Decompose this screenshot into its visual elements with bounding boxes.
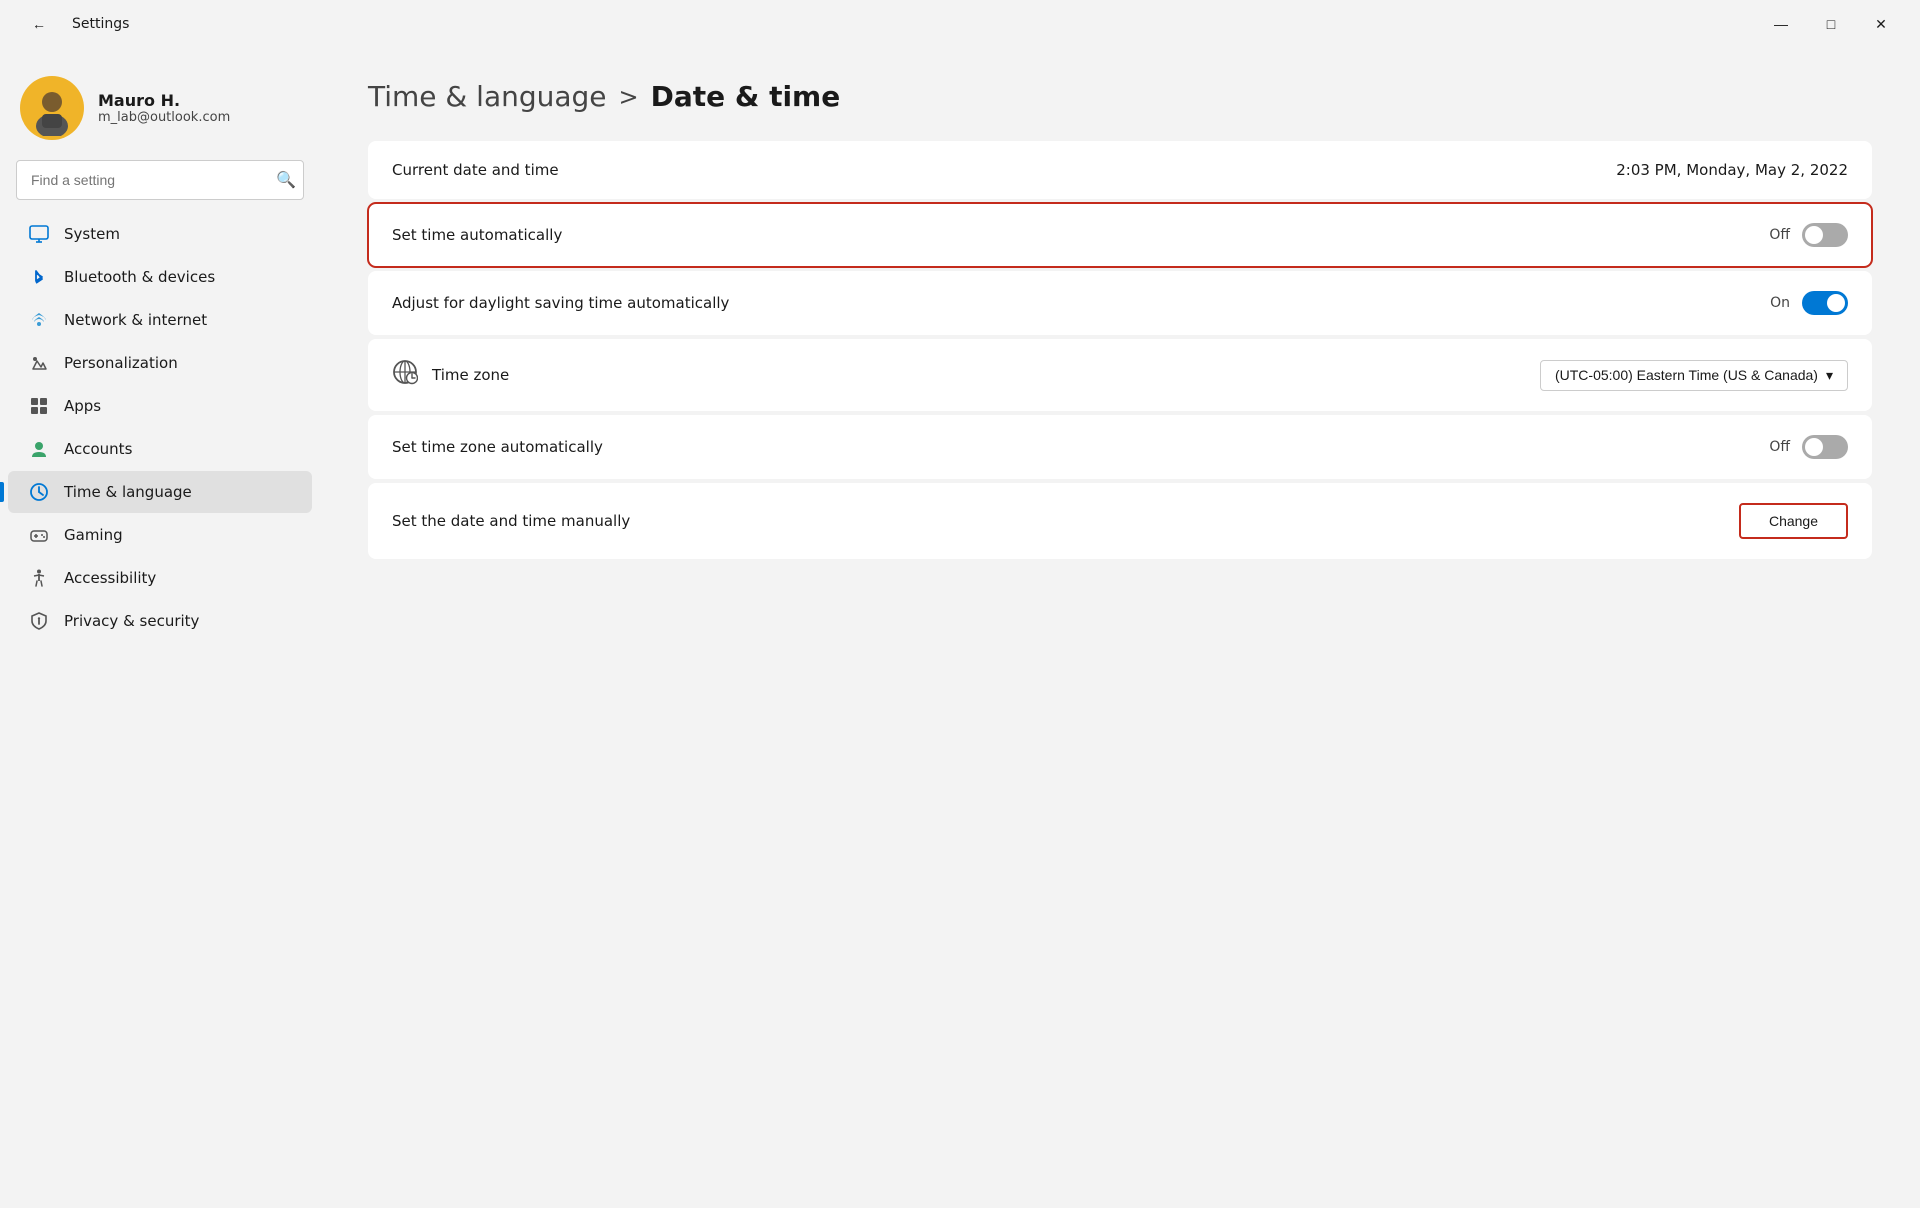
accessibility-icon (28, 567, 50, 589)
timezone-card: Time zone (UTC-05:00) Eastern Time (US &… (368, 339, 1872, 411)
set-zone-auto-label: Set time zone automatically (392, 438, 603, 456)
timezone-left: Time zone (392, 359, 509, 391)
nav-list: System Bluetooth & devices Network & int… (0, 212, 320, 643)
sidebar-item-privacy[interactable]: Privacy & security (8, 600, 312, 642)
manual-card: Set the date and time manually Change (368, 483, 1872, 559)
current-datetime-card: Current date and time 2:03 PM, Monday, M… (368, 141, 1872, 199)
sidebar-item-accounts[interactable]: Accounts (8, 428, 312, 470)
avatar (20, 76, 84, 140)
set-zone-auto-right: Off (1769, 435, 1848, 459)
sidebar-item-label-time: Time & language (64, 483, 192, 501)
sidebar-item-label-system: System (64, 225, 120, 243)
user-name: Mauro H. (98, 91, 230, 110)
bluetooth-icon (28, 266, 50, 288)
gaming-icon (28, 524, 50, 546)
user-info: Mauro H. m_lab@outlook.com (98, 91, 230, 125)
set-time-auto-card: Set time automatically Off (368, 203, 1872, 267)
sidebar-item-apps[interactable]: Apps (8, 385, 312, 427)
minimize-button[interactable]: — (1758, 8, 1804, 40)
set-zone-auto-toggle[interactable] (1802, 435, 1848, 459)
search-input[interactable] (16, 160, 304, 200)
manual-label: Set the date and time manually (392, 512, 630, 530)
set-zone-auto-toggle-label: Off (1769, 439, 1790, 455)
close-button[interactable]: ✕ (1858, 8, 1904, 40)
sidebar-item-label-privacy: Privacy & security (64, 612, 199, 630)
sidebar-item-label-bluetooth: Bluetooth & devices (64, 268, 215, 286)
sidebar-item-personalization[interactable]: Personalization (8, 342, 312, 384)
timezone-icon (392, 359, 418, 391)
sidebar-item-label-accounts: Accounts (64, 440, 132, 458)
daylight-saving-right: On (1770, 291, 1848, 315)
user-email: m_lab@outlook.com (98, 110, 230, 125)
daylight-saving-toggle-label: On (1770, 295, 1790, 311)
page-header: Time & language > Date & time (368, 80, 1872, 113)
search-box: 🔍 (16, 160, 304, 200)
sidebar-item-time[interactable]: Time & language (8, 471, 312, 513)
system-icon (28, 223, 50, 245)
timezone-select[interactable]: (UTC-05:00) Eastern Time (US & Canada) ▾ (1540, 360, 1848, 391)
breadcrumb-parent: Time & language (368, 80, 607, 113)
sidebar-item-label-network: Network & internet (64, 311, 207, 329)
sidebar-item-gaming[interactable]: Gaming (8, 514, 312, 556)
titlebar-controls: — □ ✕ (1758, 8, 1904, 40)
set-time-auto-label: Set time automatically (392, 226, 562, 244)
sidebar-item-label-personalization: Personalization (64, 354, 178, 372)
timezone-label: Time zone (432, 366, 509, 384)
daylight-saving-label: Adjust for daylight saving time automati… (392, 294, 729, 312)
sidebar-item-system[interactable]: System (8, 213, 312, 255)
sidebar-item-accessibility[interactable]: Accessibility (8, 557, 312, 599)
timezone-value: (UTC-05:00) Eastern Time (US & Canada) (1555, 367, 1818, 383)
breadcrumb-arrow: > (619, 83, 639, 111)
back-button[interactable]: ← (16, 8, 62, 40)
search-icon-button[interactable]: 🔍 (276, 170, 296, 190)
set-time-auto-toggle[interactable] (1802, 223, 1848, 247)
titlebar: ← Settings — □ ✕ (0, 0, 1920, 48)
sidebar: Mauro H. m_lab@outlook.com 🔍 System Blue… (0, 48, 320, 1208)
set-time-auto-toggle-label: Off (1769, 227, 1790, 243)
network-icon (28, 309, 50, 331)
search-icon: 🔍 (276, 172, 296, 189)
sidebar-item-label-apps: Apps (64, 397, 101, 415)
set-time-auto-right: Off (1769, 223, 1848, 247)
sidebar-item-label-accessibility: Accessibility (64, 569, 156, 587)
timezone-chevron-icon: ▾ (1826, 367, 1833, 384)
titlebar-left: ← Settings (16, 8, 129, 40)
current-datetime-label: Current date and time (392, 161, 559, 179)
change-button[interactable]: Change (1739, 503, 1848, 539)
content-area: Time & language > Date & time Current da… (320, 48, 1920, 1208)
privacy-icon (28, 610, 50, 632)
apps-icon (28, 395, 50, 417)
user-profile: Mauro H. m_lab@outlook.com (0, 64, 320, 160)
daylight-saving-toggle[interactable] (1802, 291, 1848, 315)
personalization-icon (28, 352, 50, 374)
sidebar-item-bluetooth[interactable]: Bluetooth & devices (8, 256, 312, 298)
sidebar-item-network[interactable]: Network & internet (8, 299, 312, 341)
sidebar-item-label-gaming: Gaming (64, 526, 123, 544)
titlebar-title: Settings (72, 16, 129, 32)
set-zone-auto-card: Set time zone automatically Off (368, 415, 1872, 479)
accounts-icon (28, 438, 50, 460)
daylight-saving-card: Adjust for daylight saving time automati… (368, 271, 1872, 335)
time-icon (28, 481, 50, 503)
breadcrumb-current: Date & time (651, 80, 841, 113)
current-datetime-value: 2:03 PM, Monday, May 2, 2022 (1616, 161, 1848, 179)
app-window: Mauro H. m_lab@outlook.com 🔍 System Blue… (0, 48, 1920, 1208)
maximize-button[interactable]: □ (1808, 8, 1854, 40)
